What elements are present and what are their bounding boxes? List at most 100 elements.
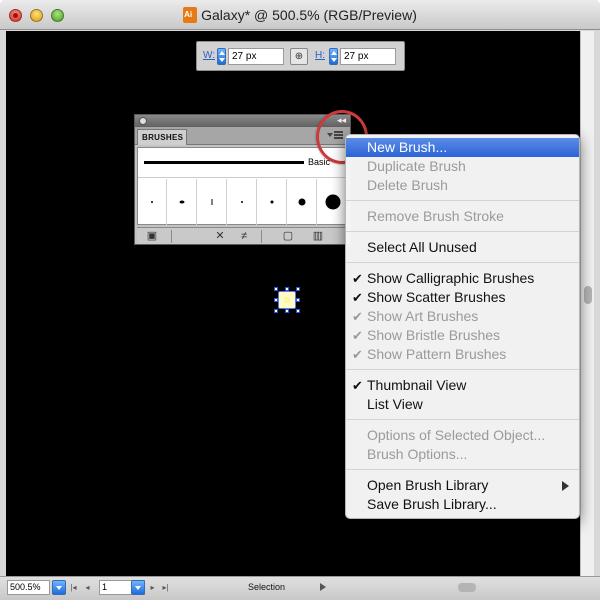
menu-item-remove-brush-stroke: Remove Brush Stroke xyxy=(346,207,579,226)
constrain-link-icon[interactable]: ⊕ xyxy=(290,48,308,65)
menu-item-show-art-brushes: ✔ Show Art Brushes xyxy=(346,307,579,326)
menu-item-label: Show Pattern Brushes xyxy=(367,346,507,362)
height-label[interactable]: H: xyxy=(315,50,325,61)
brush-swatch[interactable] xyxy=(228,179,257,225)
zoom-dropdown-icon[interactable] xyxy=(52,580,66,595)
title-bar[interactable]: Galaxy* @ 500.5% (RGB/Preview) xyxy=(0,0,600,30)
menu-item-list-view[interactable]: List View xyxy=(346,395,579,414)
menu-item-label: Show Art Brushes xyxy=(367,308,479,324)
transform-control-bar: W: 27 px ⊕ H: 27 px xyxy=(196,41,405,71)
menu-item-label: Remove Brush Stroke xyxy=(367,208,504,224)
brushes-panel-menu: New Brush... Duplicate Brush Delete Brush R… xyxy=(345,134,580,519)
object-center xyxy=(284,297,290,303)
status-menu-icon[interactable] xyxy=(320,583,326,591)
selection-handle[interactable] xyxy=(274,309,278,313)
menu-item-label: Thumbnail View xyxy=(367,377,467,393)
menu-item-show-scatter-brushes[interactable]: ✔ Show Scatter Brushes xyxy=(346,288,579,307)
selection-handle[interactable] xyxy=(274,298,278,302)
illustrator-window: Galaxy* @ 500.5% (RGB/Preview) W: 27 px … xyxy=(0,0,600,600)
selection-handle[interactable] xyxy=(296,309,300,313)
selection-handle[interactable] xyxy=(274,287,278,291)
brush-libraries-icon[interactable]: ▣ xyxy=(141,229,163,244)
window-title: Galaxy* @ 500.5% (RGB/Preview) xyxy=(201,7,417,23)
checkmark-icon: ✔ xyxy=(352,328,363,343)
checkmark-icon: ✔ xyxy=(352,309,363,324)
width-label[interactable]: W: xyxy=(203,50,215,61)
delete-brush-icon[interactable]: ▥ xyxy=(307,229,329,244)
selection-handle[interactable] xyxy=(296,298,300,302)
brush-swatch[interactable] xyxy=(258,179,287,225)
menu-item-new-brush[interactable]: New Brush... xyxy=(346,138,579,157)
previous-artboard-icon[interactable]: ◂ xyxy=(82,580,93,595)
menu-item-open-brush-library[interactable]: Open Brush Library xyxy=(346,476,579,495)
footer-divider xyxy=(171,230,172,243)
vertical-scroll-thumb[interactable] xyxy=(584,286,592,304)
first-artboard-icon[interactable]: |◂ xyxy=(68,580,79,595)
menu-item-label: New Brush... xyxy=(367,139,448,155)
checkmark-icon: ✔ xyxy=(352,271,363,286)
height-stepper[interactable] xyxy=(329,48,338,65)
menu-item-select-all-unused[interactable]: Select All Unused xyxy=(346,238,579,257)
menu-separator xyxy=(346,364,579,376)
checkmark-icon: ✔ xyxy=(352,290,363,305)
brush-swatch[interactable] xyxy=(198,179,227,225)
menu-item-label: Options of Selected Object... xyxy=(367,427,546,443)
next-artboard-icon[interactable]: ▸ xyxy=(147,580,158,595)
panel-close-icon[interactable] xyxy=(139,117,147,125)
brush-list: Basic xyxy=(137,147,348,225)
menu-item-label: Show Scatter Brushes xyxy=(367,289,506,305)
menu-separator xyxy=(346,464,579,476)
menu-separator xyxy=(346,414,579,426)
selection-handle[interactable] xyxy=(285,309,289,313)
height-field[interactable]: 27 px xyxy=(340,48,396,65)
submenu-arrow-icon xyxy=(562,481,569,491)
menu-item-label: Show Bristle Brushes xyxy=(367,327,501,343)
menu-item-save-brush-library[interactable]: Save Brush Library... xyxy=(346,495,579,514)
new-brush-icon[interactable]: ▢ xyxy=(277,229,299,244)
tab-brushes[interactable]: BRUSHES xyxy=(137,129,187,145)
menu-item-label: List View xyxy=(367,396,423,412)
menu-item-options-of-selected-object: Options of Selected Object... xyxy=(346,426,579,445)
menu-separator xyxy=(346,257,579,269)
menu-item-label: Brush Options... xyxy=(367,446,468,462)
menu-item-label: Select All Unused xyxy=(367,239,477,255)
menu-item-label: Delete Brush xyxy=(367,177,448,193)
menu-item-label: Show Calligraphic Brushes xyxy=(367,270,535,286)
zoom-field[interactable]: 500.5% xyxy=(7,580,50,595)
menu-item-label: Save Brush Library... xyxy=(367,496,497,512)
window-right-edge xyxy=(594,31,600,576)
artboard-dropdown-icon[interactable] xyxy=(131,580,145,595)
menu-item-thumbnail-view[interactable]: ✔ Thumbnail View xyxy=(346,376,579,395)
current-tool-label[interactable]: Selection xyxy=(248,582,285,592)
checkmark-icon: ✔ xyxy=(352,347,363,362)
brush-swatch[interactable] xyxy=(138,179,167,225)
width-stepper[interactable] xyxy=(217,48,226,65)
brush-swatch[interactable] xyxy=(318,179,347,225)
basic-brush-row[interactable]: Basic xyxy=(138,148,347,178)
menu-item-duplicate-brush: Duplicate Brush xyxy=(346,157,579,176)
brush-swatch[interactable] xyxy=(168,179,197,225)
width-field[interactable]: 27 px xyxy=(228,48,284,65)
menu-item-show-bristle-brushes: ✔ Show Bristle Brushes xyxy=(346,326,579,345)
footer-divider xyxy=(261,230,262,243)
menu-separator xyxy=(346,226,579,238)
remove-stroke-icon[interactable]: ✕ xyxy=(209,229,231,244)
menu-item-label: Duplicate Brush xyxy=(367,158,466,174)
menu-separator xyxy=(346,195,579,207)
window-title-area: Galaxy* @ 500.5% (RGB/Preview) xyxy=(0,7,600,23)
menu-item-label: Open Brush Library xyxy=(367,477,489,493)
selection-handle[interactable] xyxy=(285,287,289,291)
horizontal-scroll-thumb[interactable] xyxy=(458,583,476,592)
menu-item-show-pattern-brushes: ✔ Show Pattern Brushes xyxy=(346,345,579,364)
checkmark-icon: ✔ xyxy=(352,378,363,393)
brush-swatch[interactable] xyxy=(288,179,317,225)
last-artboard-icon[interactable]: ▸| xyxy=(160,580,171,595)
options-icon[interactable]: ≠ xyxy=(233,229,255,244)
status-bar: 500.5% |◂ ◂ 1 ▸ ▸| Selection xyxy=(0,576,600,600)
panel-footer: ▣ ✕ ≠ ▢ ▥ xyxy=(137,227,348,244)
selection-handle[interactable] xyxy=(296,287,300,291)
vertical-scrollbar[interactable] xyxy=(580,31,594,576)
selected-object[interactable] xyxy=(274,287,300,313)
menu-item-delete-brush: Delete Brush xyxy=(346,176,579,195)
menu-item-show-calligraphic-brushes[interactable]: ✔ Show Calligraphic Brushes xyxy=(346,269,579,288)
